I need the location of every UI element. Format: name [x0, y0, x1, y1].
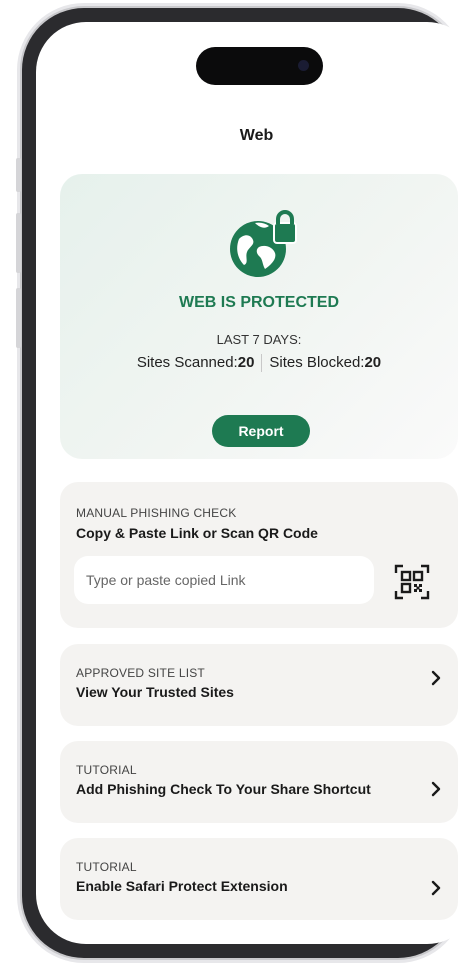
manual-check-heading: Copy & Paste Link or Scan QR Code [76, 525, 318, 541]
front-camera [298, 60, 309, 71]
card-heading: Add Phishing Check To Your Share Shortcu… [76, 781, 371, 797]
card-heading: Enable Safari Protect Extension [76, 878, 288, 894]
app-screen: Web WEB IS PROTECTED LAST 7 DAYS: Sites … [36, 22, 475, 944]
approved-site-list-card[interactable]: APPROVED SITE LIST View Your Trusted Sit… [60, 644, 458, 726]
scan-stats: Sites Scanned:20 Sites Blocked:20 [60, 354, 458, 373]
volume-down-button [16, 288, 21, 348]
phone-frame: Web WEB IS PROTECTED LAST 7 DAYS: Sites … [16, 8, 475, 958]
manual-check-overline: MANUAL PHISHING CHECK [76, 506, 237, 520]
protection-status-headline: WEB IS PROTECTED [178, 294, 339, 311]
link-input[interactable] [74, 556, 374, 604]
card-heading: View Your Trusted Sites [76, 684, 234, 700]
volume-up-button [16, 213, 21, 273]
card-overline: TUTORIAL [76, 860, 137, 874]
chevron-right-icon [431, 781, 441, 797]
protection-status-card: WEB IS PROTECTED LAST 7 DAYS: Sites Scan… [60, 174, 458, 459]
sites-blocked-label: Sites Blocked: [269, 354, 365, 371]
chevron-right-icon [431, 880, 441, 896]
card-overline: APPROVED SITE LIST [76, 666, 205, 680]
qr-code-icon[interactable] [390, 560, 434, 604]
safari-extension-tutorial-card[interactable]: TUTORIAL Enable Safari Protect Extension [60, 838, 458, 920]
page-title: Web [239, 127, 274, 144]
card-overline: TUTORIAL [76, 763, 137, 777]
sites-scanned-label: Sites Scanned: [136, 354, 238, 371]
share-shortcut-tutorial-card[interactable]: TUTORIAL Add Phishing Check To Your Shar… [60, 741, 458, 823]
report-button[interactable]: Report [212, 415, 310, 447]
sites-blocked-value: 20 [364, 354, 382, 371]
manual-phishing-check-card: MANUAL PHISHING CHECK Copy & Paste Link … [60, 482, 458, 628]
globe-lock-icon [225, 209, 305, 279]
chevron-right-icon [431, 670, 441, 686]
silent-switch [16, 158, 21, 192]
period-label: LAST 7 DAYS: [216, 332, 302, 347]
sites-scanned-value: 20 [237, 354, 255, 371]
dynamic-island [196, 47, 323, 85]
stats-divider [261, 354, 263, 373]
